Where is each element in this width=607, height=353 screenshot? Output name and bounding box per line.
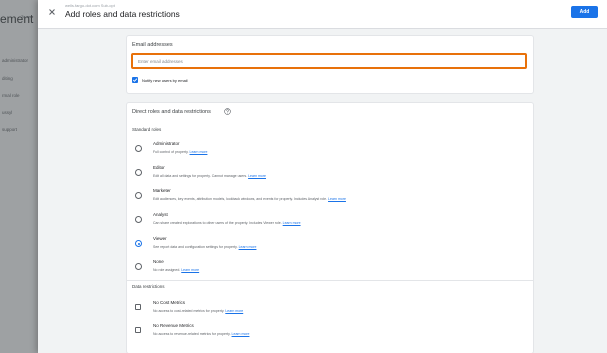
role-radio[interactable] xyxy=(135,192,142,199)
learn-more-link[interactable]: Learn more xyxy=(225,309,243,313)
standard-roles-label: Standard roles xyxy=(132,127,162,132)
close-button[interactable] xyxy=(47,7,57,17)
restriction-description: No access to revenue-related metrics for… xyxy=(153,332,250,336)
restriction-checkbox[interactable] xyxy=(135,327,141,333)
learn-more-link[interactable]: Learn more xyxy=(232,332,250,336)
notify-option[interactable]: Notify new users by email xyxy=(132,77,188,83)
email-label: Email addresses xyxy=(132,42,173,48)
learn-more-link[interactable]: Learn more xyxy=(283,221,301,225)
role-option-viewer[interactable]: Viewer See report data and configuration… xyxy=(132,236,528,259)
role-description: Full control of property. Learn more xyxy=(153,150,208,154)
learn-more-link[interactable]: Learn more xyxy=(190,150,208,154)
role-radio[interactable] xyxy=(135,216,142,223)
role-name: None xyxy=(153,259,164,264)
role-name: Editor xyxy=(153,165,165,170)
section-divider xyxy=(127,280,533,281)
role-radio[interactable] xyxy=(135,263,142,270)
role-option-administrator[interactable]: Administrator Full control of property. … xyxy=(132,141,528,164)
role-name: Marketer xyxy=(153,188,171,193)
role-description: Edit all data and settings for property.… xyxy=(153,174,266,178)
learn-more-link[interactable]: Learn more xyxy=(239,245,257,249)
help-icon[interactable] xyxy=(224,108,231,115)
data-restrictions-label: Data restrictions xyxy=(132,284,165,289)
breadcrumb: wells.fargo-dot.com Sub-opt xyxy=(65,3,115,8)
role-description: See report data and configuration settin… xyxy=(153,245,257,249)
learn-more-link[interactable]: Learn more xyxy=(181,268,199,272)
role-name: Administrator xyxy=(153,141,180,146)
roles-section: Direct roles and data restrictions Stand… xyxy=(127,103,533,353)
role-name: Viewer xyxy=(153,236,167,241)
check-icon xyxy=(132,78,138,82)
notify-label: Notify new users by email xyxy=(142,77,188,83)
role-radio-selected[interactable] xyxy=(135,240,142,247)
restriction-name: No Revenue Metrics xyxy=(153,323,194,328)
add-button[interactable]: Add xyxy=(571,6,598,18)
email-section: Email addresses Notify new users by emai… xyxy=(127,36,533,93)
notify-checkbox[interactable] xyxy=(132,77,138,83)
learn-more-link[interactable]: Learn more xyxy=(248,174,266,178)
role-radio[interactable] xyxy=(135,169,142,176)
role-radio[interactable] xyxy=(135,145,142,152)
learn-more-link[interactable]: Learn more xyxy=(328,197,346,201)
add-roles-dialog: wells.fargo-dot.com Sub-opt Add roles an… xyxy=(38,0,607,353)
restriction-option-no-revenue-metrics[interactable]: No Revenue Metrics No access to revenue-… xyxy=(132,323,528,346)
dialog-title: Add roles and data restrictions xyxy=(65,9,180,19)
dialog-header: wells.fargo-dot.com Sub-opt Add roles an… xyxy=(38,0,607,29)
role-option-analyst[interactable]: Analyst Can share created explorations t… xyxy=(132,212,528,235)
role-description: Edit audiences, key events, attribution … xyxy=(153,197,346,201)
restriction-description: No access to cost-related metrics for pr… xyxy=(153,309,244,313)
roles-heading: Direct roles and data restrictions xyxy=(132,109,211,115)
role-option-editor[interactable]: Editor Edit all data and settings for pr… xyxy=(132,165,528,188)
restriction-checkbox[interactable] xyxy=(135,304,141,310)
role-option-none[interactable]: None No role assigned. Learn more xyxy=(132,259,528,282)
restriction-name: No Cost Metrics xyxy=(153,300,186,305)
role-description: No role assigned. Learn more xyxy=(153,268,200,272)
close-icon xyxy=(49,9,55,15)
restriction-option-no-cost-metrics[interactable]: No Cost Metrics No access to cost-relate… xyxy=(132,300,528,323)
role-name: Analyst xyxy=(153,212,168,217)
email-input[interactable] xyxy=(131,53,527,69)
role-option-marketer[interactable]: Marketer Edit audiences, key events, att… xyxy=(132,188,528,211)
role-description: Can share created explorations to other … xyxy=(153,221,301,225)
